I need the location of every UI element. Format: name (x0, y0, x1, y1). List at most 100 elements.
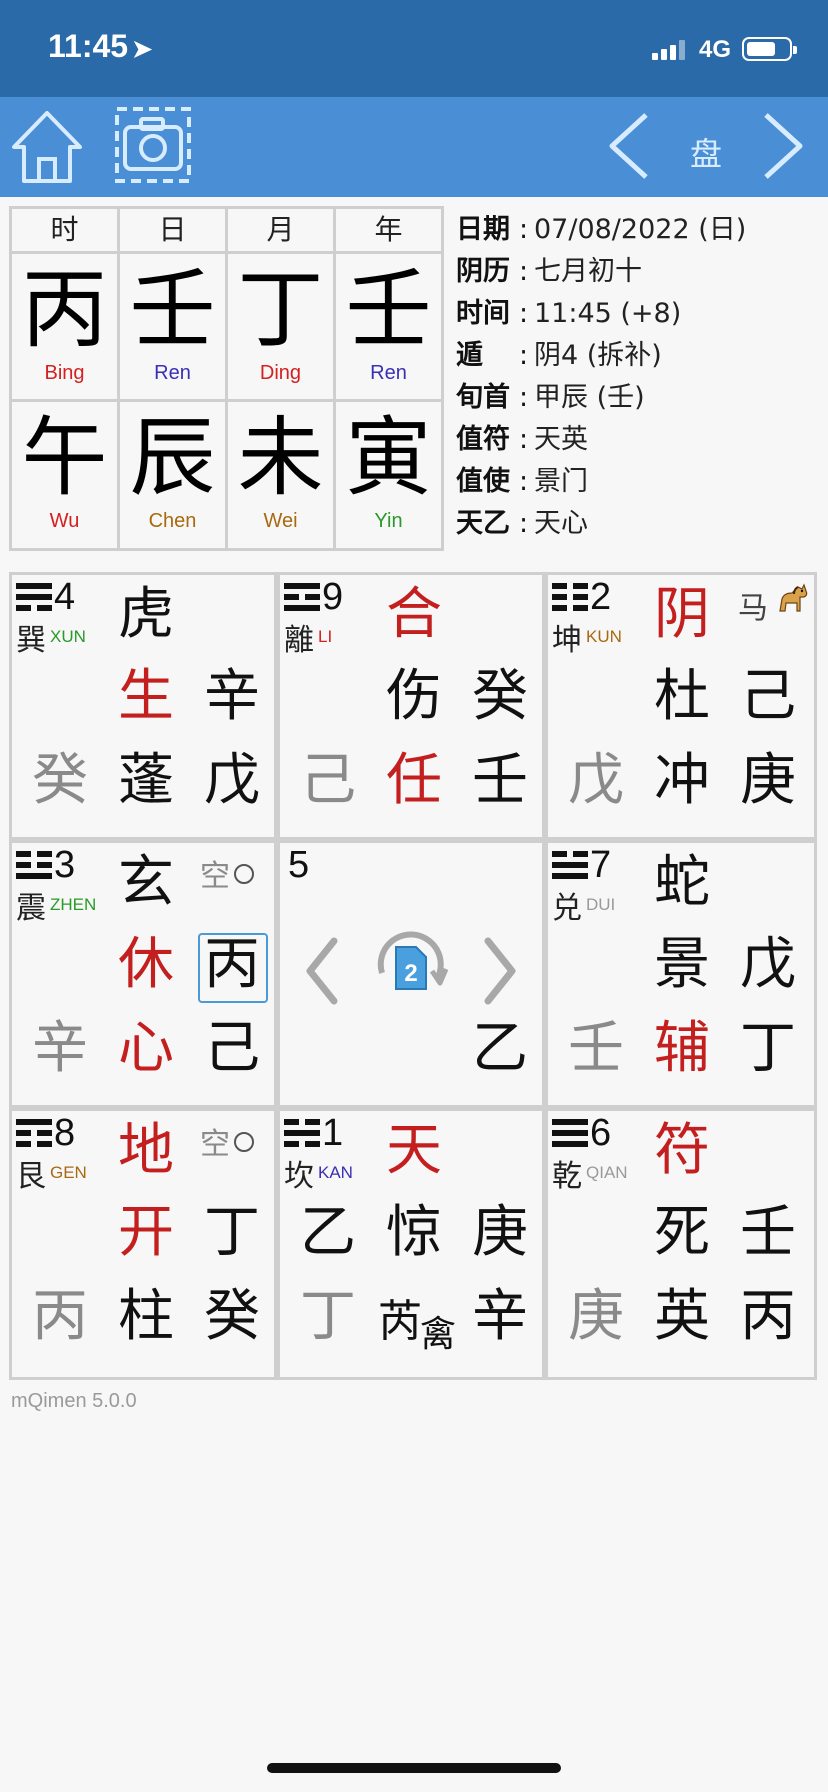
info-colon: : (519, 508, 529, 539)
center-next-button[interactable] (480, 931, 520, 1011)
horse-icon (779, 583, 808, 612)
info-label: 日期 (456, 214, 510, 245)
pillar-stem[interactable]: 丙 Bing (12, 254, 117, 402)
palace-li[interactable]: 9 離 LI 合 伤 癸 己 任 壬 (277, 572, 545, 840)
center-prev-button[interactable] (302, 931, 342, 1011)
pillar-branch[interactable]: 寅 Yin (336, 402, 441, 548)
palace-deity: 合 (386, 582, 442, 647)
palace-number: 1 (322, 1112, 344, 1154)
rotate-document-icon[interactable]: 2 (368, 923, 452, 1007)
palace-deity: 符 (654, 1118, 710, 1183)
branch-pinyin: Chen (148, 510, 197, 532)
network-label: 4G (699, 36, 732, 63)
info-colon: : (519, 466, 529, 497)
pillar-header: 年 (336, 209, 441, 254)
stem-pinyin: Ren (154, 362, 191, 384)
palace-pinyin: QIAN (586, 1163, 628, 1182)
info-value: 07/08/2022 (日) (534, 214, 747, 245)
trigram-kun-icon (552, 583, 588, 613)
palace-gen[interactable]: 8 艮 GEN 空 地 开 丁 丙 柱 癸 (9, 1108, 277, 1380)
palace-star: 任 (386, 748, 442, 813)
home-icon[interactable] (8, 107, 86, 187)
trigram-qian-icon (552, 1119, 588, 1149)
pillar-branch[interactable]: 未 Wei (228, 402, 333, 548)
info-value: 甲辰 (壬) (534, 382, 645, 413)
home-indicator[interactable] (267, 1763, 561, 1773)
pillar-branch[interactable]: 午 Wu (12, 402, 117, 548)
pillar-header: 日 (120, 209, 225, 254)
signal-icon (652, 40, 686, 60)
pillar-stem[interactable]: 丁 Ding (228, 254, 333, 402)
palace-dui[interactable]: 7 兑 DUI 蛇 景 戊 壬 辅 丁 (545, 840, 817, 1108)
pillar-stem[interactable]: 壬 Ren (120, 254, 225, 402)
palace-deity: 地 (118, 1118, 174, 1183)
pillar-day: 日 壬 Ren 辰 Chen (120, 209, 228, 548)
empty-circle-icon (234, 1132, 254, 1152)
palace-heaven-stem: 壬 (740, 1200, 796, 1265)
palace-gua: 乾 (552, 1159, 582, 1194)
info-colon: : (519, 214, 529, 245)
palace-number: 3 (54, 844, 76, 886)
horse-star-label: 马 (738, 591, 768, 626)
info-colon: : (519, 256, 529, 287)
palace-hidden-stem: 辛 (32, 1016, 88, 1081)
palace-star: 冲 (654, 748, 710, 813)
info-row-xunshou: 旬首: 甲辰 (壬) (456, 378, 826, 420)
status-time-text: 11:45 (48, 28, 129, 64)
four-pillars-table: 时 丙 Bing 午 Wu 日 壬 Ren 辰 Chen 月 丁 Ding 未 Wei 年 … (9, 206, 444, 551)
palace-earth-stem: 壬 (472, 748, 528, 813)
trigram-li-icon (284, 583, 320, 613)
palace-number: 9 (322, 576, 344, 618)
palace-kan[interactable]: 1 坎 KAN 天 乙 惊 庚 丁 芮 禽 辛 (277, 1108, 545, 1380)
palace-hidden-stem: 壬 (568, 1016, 624, 1081)
palace-star: 蓬 (118, 748, 174, 813)
info-label: 值使 (456, 466, 510, 497)
prev-chart-button[interactable] (606, 111, 654, 181)
palace-pinyin: LI (318, 627, 333, 646)
palace-pinyin: ZHEN (50, 895, 97, 914)
palace-door: 开 (118, 1200, 174, 1265)
info-colon: : (519, 340, 529, 371)
palace-gua: 坎 (284, 1159, 314, 1194)
branch-pinyin: Wu (49, 510, 80, 532)
stem-char: 壬 (129, 260, 216, 360)
trigram-dui-icon (552, 851, 588, 881)
camera-icon[interactable] (113, 105, 193, 185)
palace-qian[interactable]: 6 乾 QIAN 符 死 壬 庚 英 丙 (545, 1108, 817, 1380)
trigram-zhen-icon (16, 851, 52, 881)
palace-pinyin: GEN (50, 1163, 87, 1182)
palace-heaven-stem: 辛 (204, 664, 260, 729)
branch-char: 未 (237, 408, 324, 508)
branch-char: 午 (21, 408, 108, 508)
pillar-branch[interactable]: 辰 Chen (120, 402, 225, 548)
info-row-lunar: 阴历: 七月初十 (456, 252, 826, 294)
palace-extra-stem: 乙 (300, 1200, 356, 1265)
palace-kun[interactable]: 2 坤 KUN 马 阴 杜 己 戊 冲 庚 (545, 572, 817, 840)
pillar-stem[interactable]: 壬 Ren (336, 254, 441, 402)
palace-earth-stem: 丙 (740, 1284, 796, 1349)
palace-star: 芮 (378, 1296, 422, 1347)
next-chart-button[interactable] (758, 111, 806, 181)
kong-marker: 空 (200, 851, 254, 895)
status-time: 11:45 ➤ (48, 28, 152, 65)
palace-number: 6 (590, 1112, 612, 1154)
stem-pinyin: Bing (44, 362, 85, 384)
branch-char: 寅 (345, 408, 432, 508)
info-row-time: 时间:11:45 (+8) (456, 294, 826, 336)
palace-xun[interactable]: 4 巽 XUN 虎 生 辛 癸 蓬 戊 (9, 572, 277, 840)
location-arrow-icon: ➤ (132, 36, 153, 63)
palace-gua: 震 (16, 891, 46, 926)
palace-star: 英 (654, 1284, 710, 1349)
nine-palace-grid: 4 巽 XUN 虎 生 辛 癸 蓬 戊 9 離 LI 合 伤 癸 己 任 壬 2… (9, 572, 817, 1380)
palace-zhen[interactable]: 3 震 ZHEN 空 玄 休 丙 辛 心 己 (9, 840, 277, 1108)
palace-hidden-stem: 丙 (32, 1284, 88, 1349)
empty-circle-icon (234, 864, 254, 884)
kong-label: 空 (200, 859, 230, 894)
palace-deity: 玄 (118, 850, 174, 915)
palace-deity: 天 (386, 1118, 442, 1183)
palace-earth-stem: 己 (204, 1016, 260, 1081)
branch-char: 辰 (129, 408, 216, 508)
trigram-xun-icon (16, 583, 52, 613)
palace-earth-stem: 辛 (472, 1284, 528, 1349)
palace-door: 生 (118, 664, 174, 729)
